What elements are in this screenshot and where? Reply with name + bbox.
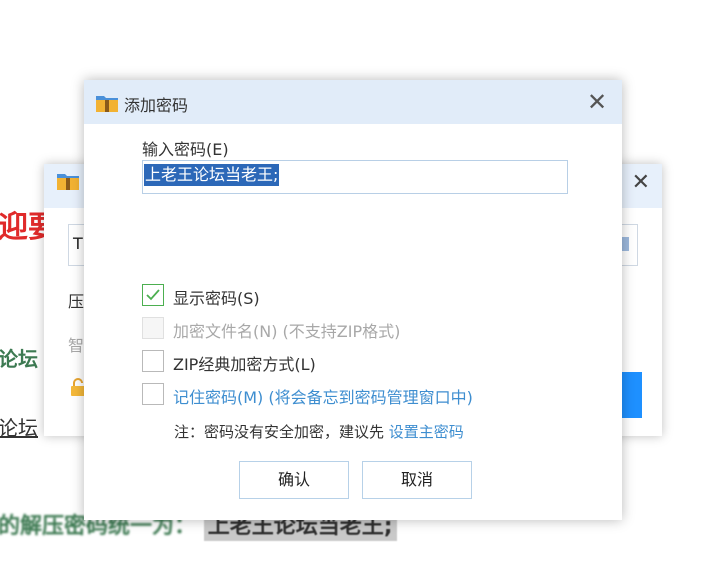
dialog-title: 添加密码	[124, 96, 189, 115]
dialog-titlebar: 添加密码 ✕	[84, 80, 622, 124]
back-window-label-2: 智	[68, 336, 85, 355]
show-password-label: 显示密码(S)	[173, 289, 260, 308]
password-label: 输入密码(E)	[142, 140, 229, 159]
add-password-dialog: 添加密码 ✕ 输入密码(E) 上老王论坛当老王; 显示密码(S) 加密文件名(N…	[84, 80, 622, 520]
back-window-close-icon[interactable]: ✕	[632, 168, 650, 198]
zip-classic-checkbox[interactable]	[142, 350, 164, 372]
folder-zip-icon	[57, 174, 79, 190]
ok-button[interactable]: 确认	[239, 461, 349, 499]
folder-zip-icon	[96, 96, 118, 112]
remember-password-label: 记住密码(M) (将会备忘到密码管理窗口中)	[173, 388, 473, 407]
set-master-password-link[interactable]: 设置主密码	[389, 423, 464, 441]
close-icon[interactable]: ✕	[582, 87, 612, 117]
back-window-primary-button[interactable]	[620, 372, 642, 418]
security-note-text: 注：密码没有安全加密，建议先	[174, 423, 389, 441]
zip-classic-label: ZIP经典加密方式(L)	[173, 355, 316, 374]
check-icon	[146, 289, 160, 301]
background-link[interactable]: 论坛	[0, 412, 38, 441]
remember-password-checkbox[interactable]	[142, 383, 164, 405]
encrypt-filenames-label: 加密文件名(N) (不支持ZIP格式)	[173, 322, 401, 341]
cancel-button[interactable]: 取消	[362, 461, 472, 499]
encrypt-filenames-checkbox	[142, 317, 164, 339]
back-window-path-value: T	[73, 234, 83, 253]
background-green-text: 论坛	[0, 347, 38, 371]
back-window-label-1: 压	[68, 292, 85, 311]
show-password-checkbox[interactable]	[142, 284, 164, 306]
password-value: 上老王论坛当老王;	[144, 164, 280, 186]
password-input[interactable]: 上老王论坛当老王;	[142, 160, 568, 194]
security-note: 注：密码没有安全加密，建议先 设置主密码	[174, 421, 464, 442]
